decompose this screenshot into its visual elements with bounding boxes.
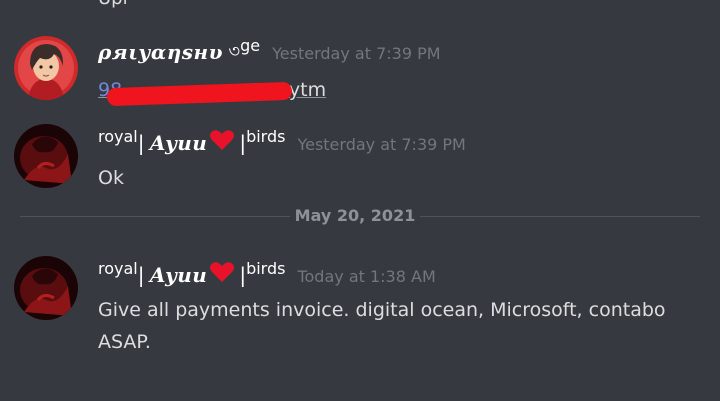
avatar[interactable] — [14, 124, 78, 188]
dark-red-avatar-image — [14, 256, 78, 320]
message-header: royal| Ayuu |birds Yesterday at 7:39 PM — [98, 126, 466, 157]
heart-icon — [210, 262, 235, 282]
payment-link[interactable]: 98@paytm — [98, 79, 326, 107]
chat-messages: Upi ρяιуαηѕнυ ৩ge Yesterday at 7:39 PM — [0, 0, 720, 401]
avatar[interactable] — [14, 256, 78, 320]
previous-message-fragment: Upi — [98, 0, 128, 9]
redaction-mark — [106, 81, 293, 107]
message-content: Ok — [98, 167, 124, 189]
heart-icon — [210, 130, 235, 150]
message-content: Give all payments invoice. digital ocean… — [98, 299, 666, 353]
timestamp: Yesterday at 7:39 PM — [272, 44, 441, 63]
username[interactable]: ρяιуαηѕнυ ৩ge — [98, 36, 260, 66]
dark-red-avatar-image — [14, 124, 78, 188]
message-header: royal| Ayuu |birds Today at 1:38 AM — [98, 258, 436, 289]
anime-avatar-image — [14, 36, 78, 100]
message-header: ρяιуαηѕнυ ৩ge Yesterday at 7:39 PM — [98, 36, 441, 66]
timestamp: Today at 1:38 AM — [297, 267, 436, 286]
message-content: 98@paytm — [98, 74, 698, 107]
username[interactable]: royal| Ayuu |birds — [98, 258, 285, 289]
date-divider: May 20, 2021 — [290, 204, 420, 228]
timestamp: Yesterday at 7:39 PM — [297, 135, 466, 154]
avatar[interactable] — [14, 36, 78, 100]
username[interactable]: royal| Ayuu |birds — [98, 126, 285, 157]
